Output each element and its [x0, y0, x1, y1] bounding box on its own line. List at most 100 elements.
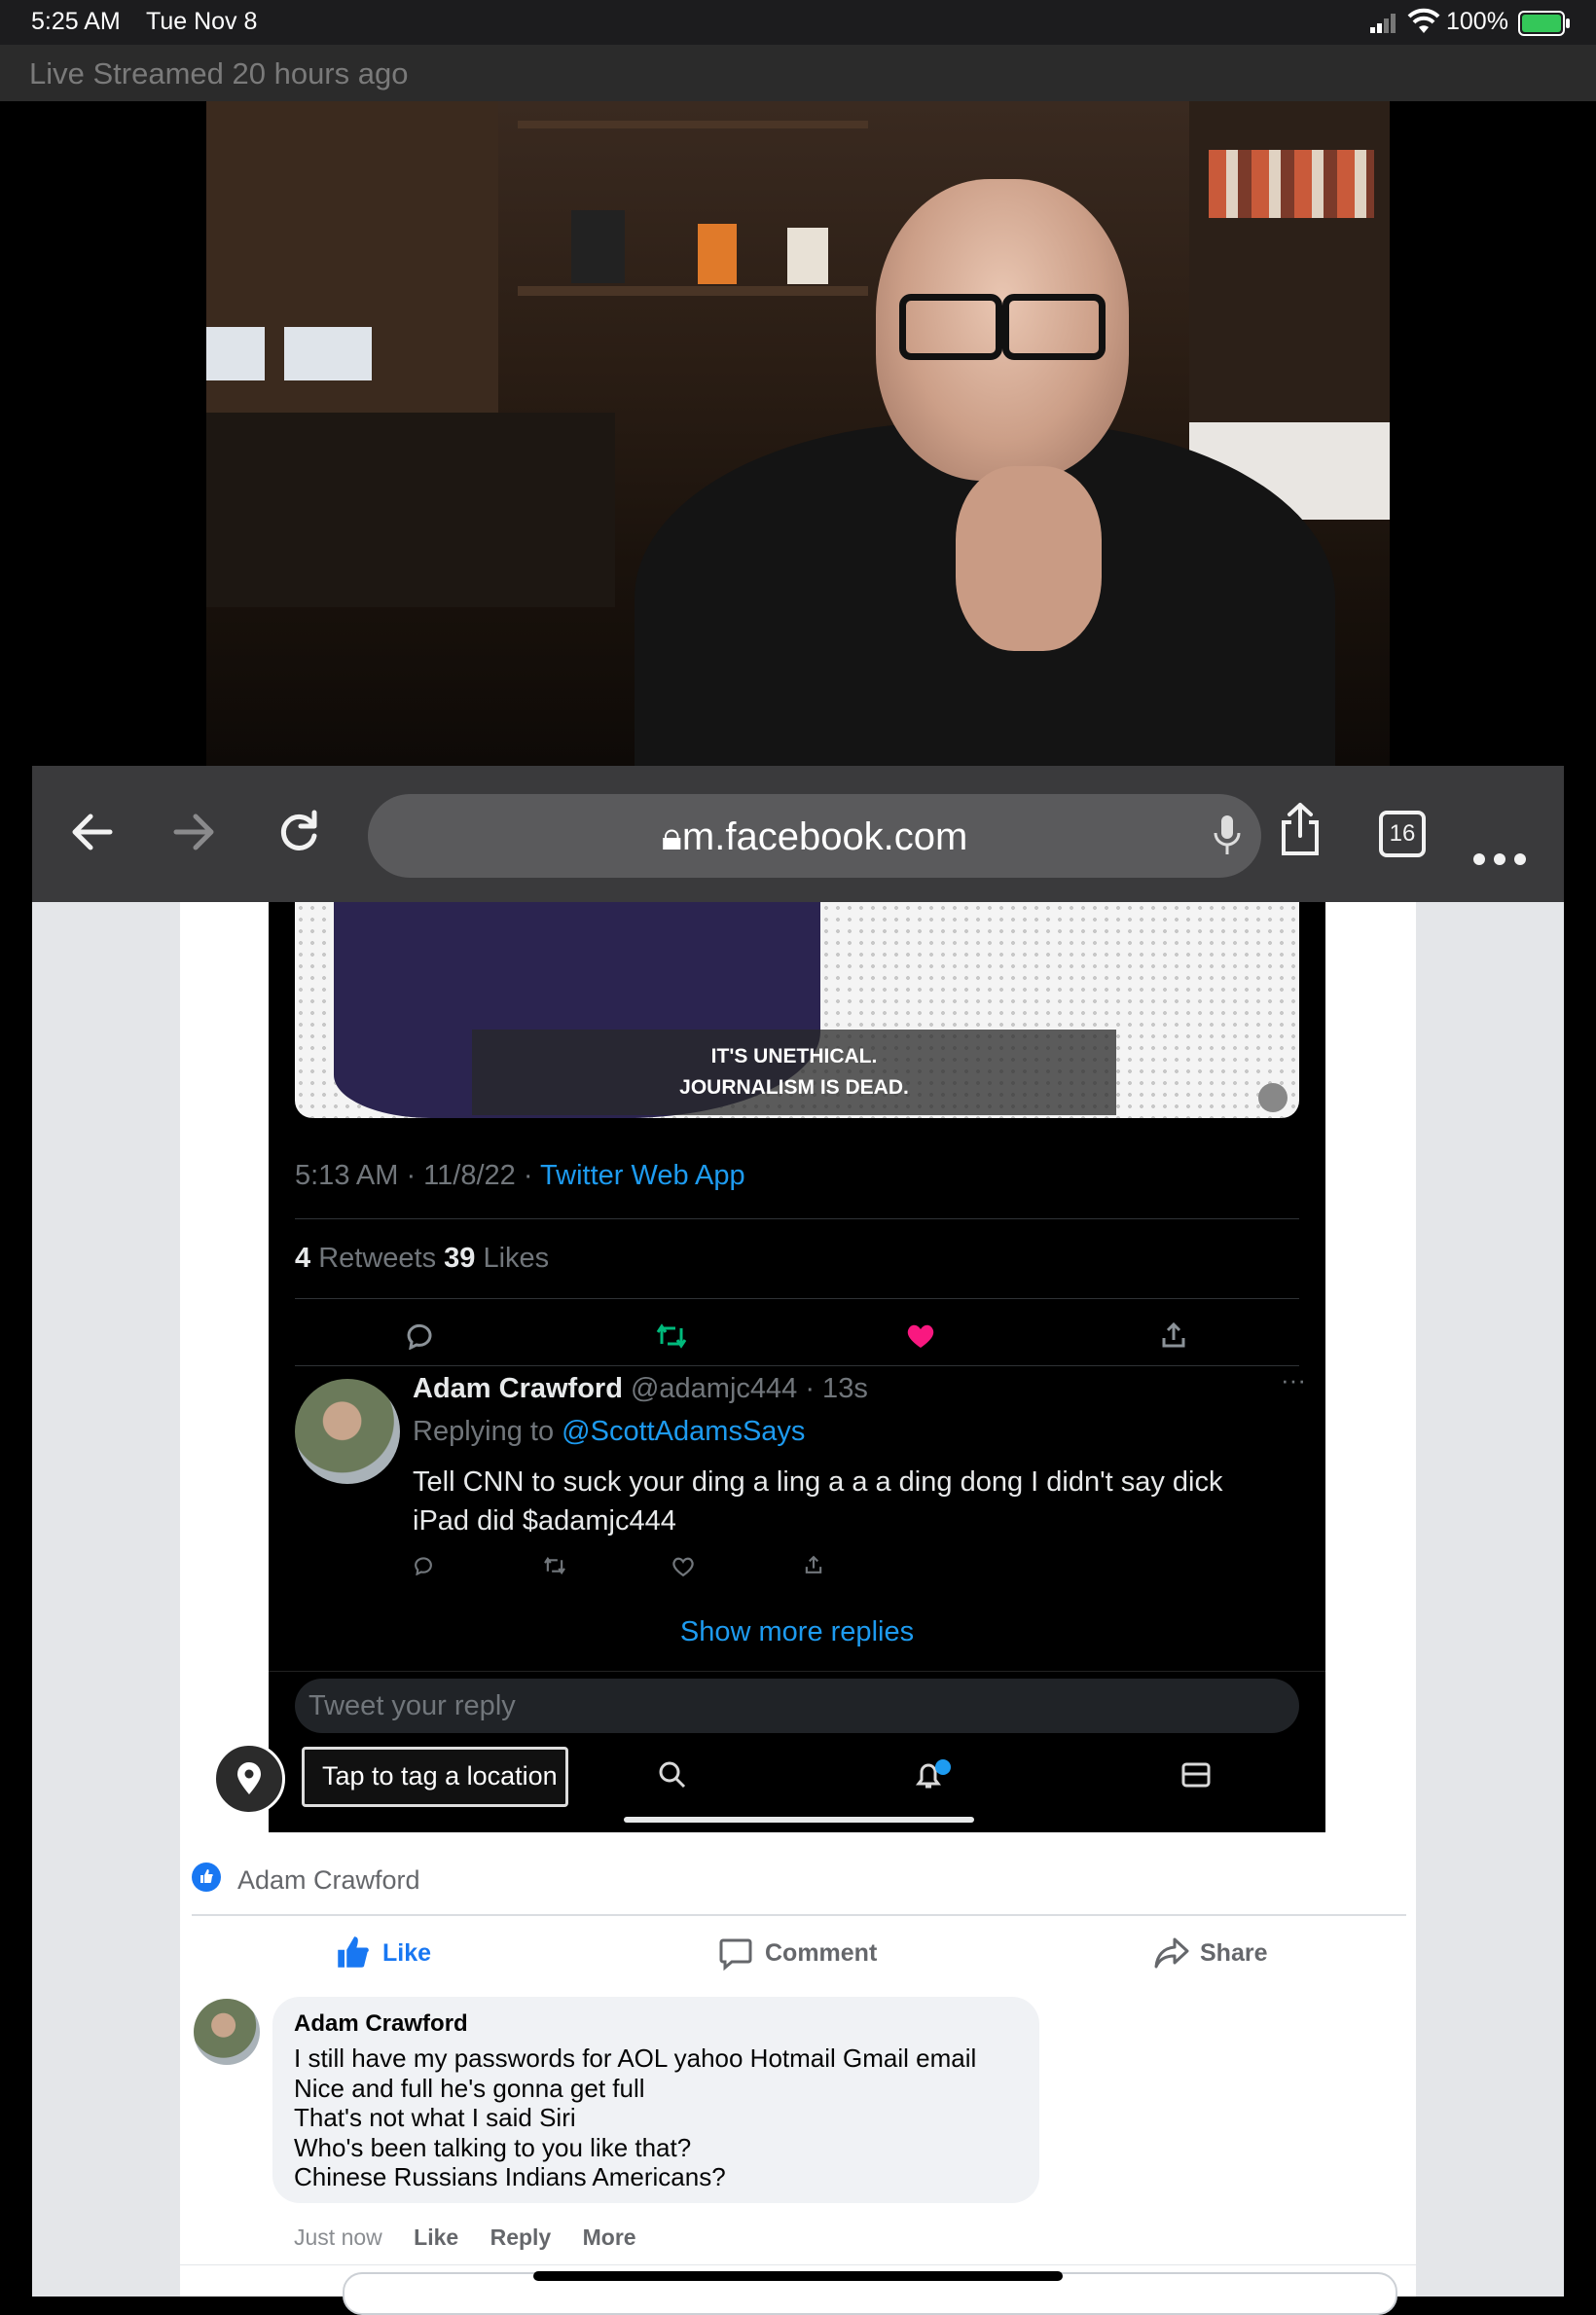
- comment-label: Comment: [765, 1939, 878, 1967]
- video-player[interactable]: [206, 101, 1390, 766]
- live-stream-label: Live Streamed 20 hours ago: [29, 56, 409, 90]
- tweet-media[interactable]: IT'S UNETHICAL. JOURNALISM IS DEAD.: [295, 902, 1299, 1118]
- tweet-meta: 5:13 AM · 11/8/22 · Twitter Web App: [295, 1160, 745, 1192]
- reply-icon[interactable]: [413, 1556, 434, 1580]
- reply-text-line: iPad did $adamjc444: [413, 1505, 676, 1537]
- comment-reply-link[interactable]: Reply: [490, 2225, 552, 2250]
- shelf: [518, 286, 868, 296]
- media-caption: IT'S UNETHICAL. JOURNALISM IS DEAD.: [472, 1030, 1116, 1115]
- retweets-label[interactable]: Retweets: [310, 1243, 444, 1274]
- more-dots-icon[interactable]: [1472, 824, 1527, 875]
- search-icon[interactable]: [658, 1760, 687, 1794]
- share-icon[interactable]: [1160, 1320, 1187, 1355]
- replying-to-link[interactable]: @ScottAdamsSays: [562, 1416, 805, 1447]
- share-button[interactable]: Share: [1153, 1929, 1309, 1977]
- wifi-icon: [1407, 8, 1440, 40]
- likes-count: 39: [444, 1243, 476, 1274]
- battery-percent: 100%: [1446, 8, 1508, 35]
- reply-text-line: Tell CNN to suck your ding a ling a a a …: [413, 1466, 1223, 1498]
- microphone-icon[interactable]: [1213, 814, 1242, 863]
- glasses: [899, 294, 1002, 360]
- location-pin-button[interactable]: [213, 1743, 285, 1815]
- share-arrow-icon: [1154, 1937, 1189, 1969]
- like-label: Like: [382, 1939, 432, 1967]
- divider: [269, 1671, 1325, 1672]
- comment-line: Chinese Russians Indians Americans?: [294, 2162, 726, 2191]
- tweet-source-link[interactable]: Twitter Web App: [540, 1160, 745, 1191]
- tab-count-button[interactable]: 16: [1379, 811, 1426, 857]
- caption-line: IT'S UNETHICAL.: [710, 1045, 878, 1067]
- share-icon[interactable]: [1276, 801, 1324, 866]
- post-card: IT'S UNETHICAL. JOURNALISM IS DEAD. 5:13…: [180, 902, 1416, 2315]
- thumbs-up-icon: [338, 1936, 369, 1968]
- likes-label[interactable]: Likes: [475, 1243, 549, 1274]
- reply-text: Tell CNN to suck your ding a ling a a a …: [413, 1463, 1223, 1540]
- reload-icon[interactable]: [273, 807, 324, 866]
- box: [206, 327, 265, 380]
- like-heart-icon[interactable]: [672, 1557, 694, 1581]
- reply-placeholder: Tweet your reply: [308, 1690, 516, 1721]
- status-bar: 5:25 AM Tue Nov 8 100%: [0, 0, 1596, 45]
- comment-line: Nice and full he's gonna get full: [294, 2073, 645, 2103]
- comment-avatar[interactable]: [194, 1999, 260, 2065]
- share-label: Share: [1200, 1939, 1268, 1967]
- avatar[interactable]: [295, 1379, 400, 1484]
- more-dots-icon[interactable]: ···: [1281, 1365, 1306, 1395]
- forward-arrow-icon[interactable]: [168, 807, 219, 866]
- comment-actions: Just now Like Reply More: [294, 2225, 636, 2251]
- reply-header: Adam Crawford @adamjc444 · 13s: [413, 1373, 868, 1405]
- url-text: m.facebook.com: [681, 815, 968, 858]
- tweet-reply-input[interactable]: Tweet your reply: [295, 1679, 1299, 1733]
- location-tooltip-text: Tap to tag a location: [322, 1761, 558, 1791]
- share-icon[interactable]: [804, 1554, 823, 1580]
- retweets-count: 4: [295, 1243, 311, 1274]
- home-indicator: [533, 2271, 1063, 2281]
- comment-line: That's not what I said Siri: [294, 2103, 576, 2132]
- browser-toolbar: 🔒︎m.facebook.com 16: [32, 766, 1564, 902]
- cellular-signal-icon: [1370, 12, 1397, 33]
- glasses: [1002, 294, 1106, 360]
- comment-line: Who's been talking to you like that?: [294, 2132, 692, 2162]
- url-bar[interactable]: 🔒︎m.facebook.com: [368, 794, 1261, 878]
- show-more-replies-link[interactable]: Show more replies: [269, 1616, 1325, 1648]
- facebook-page: IT'S UNETHICAL. JOURNALISM IS DEAD. 5:13…: [32, 902, 1564, 2315]
- messages-icon[interactable]: [1181, 1762, 1211, 1792]
- book: [571, 210, 625, 283]
- comment-icon: [719, 1938, 752, 1971]
- desk: [206, 413, 615, 607]
- reply-author-name[interactable]: Adam Crawford: [413, 1373, 623, 1404]
- retweet-icon[interactable]: [543, 1556, 566, 1580]
- comment-like-link[interactable]: Like: [414, 2225, 458, 2250]
- comment-line: I still have my passwords for AOL yahoo …: [294, 2044, 977, 2073]
- book: [698, 224, 737, 284]
- comment-author[interactable]: Adam Crawford: [294, 2010, 468, 2038]
- notifications-bell-icon[interactable]: [913, 1758, 952, 1796]
- divider: [295, 1298, 1299, 1299]
- media-settings-icon[interactable]: [1258, 1083, 1288, 1112]
- tweet-screenshot: IT'S UNETHICAL. JOURNALISM IS DEAD. 5:13…: [269, 902, 1325, 1832]
- tweet-timestamp: 5:13 AM · 11/8/22 ·: [295, 1160, 541, 1191]
- book-row: [1209, 150, 1374, 218]
- comment-text: I still have my passwords for AOL yahoo …: [294, 2044, 976, 2192]
- book: [787, 228, 828, 284]
- back-arrow-icon[interactable]: [67, 807, 118, 866]
- retweet-icon[interactable]: [656, 1322, 687, 1355]
- divider: [295, 1365, 1299, 1366]
- location-tooltip[interactable]: Tap to tag a location: [302, 1747, 568, 1807]
- divider: [180, 2264, 1416, 2265]
- comment-time: Just now: [294, 2225, 382, 2250]
- status-time: 5:25 AM: [31, 8, 121, 35]
- reply-handle-time: @adamjc444 · 13s: [622, 1373, 868, 1404]
- live-stream-banner: Live Streamed 20 hours ago: [0, 45, 1596, 101]
- battery-icon: [1518, 11, 1570, 36]
- tweet-stats: 4 Retweets 39 Likes: [295, 1243, 549, 1275]
- like-heart-icon[interactable]: [906, 1323, 935, 1354]
- location-pin-icon: [237, 1762, 261, 1794]
- shelf: [518, 121, 868, 128]
- reaction-summary-name[interactable]: Adam Crawford: [237, 1865, 420, 1896]
- reply-icon[interactable]: [405, 1322, 434, 1355]
- comment-button[interactable]: Comment: [718, 1929, 913, 1977]
- box: [284, 327, 372, 380]
- caption-line: JOURNALISM IS DEAD.: [679, 1076, 909, 1099]
- comment-more-link[interactable]: More: [583, 2225, 636, 2250]
